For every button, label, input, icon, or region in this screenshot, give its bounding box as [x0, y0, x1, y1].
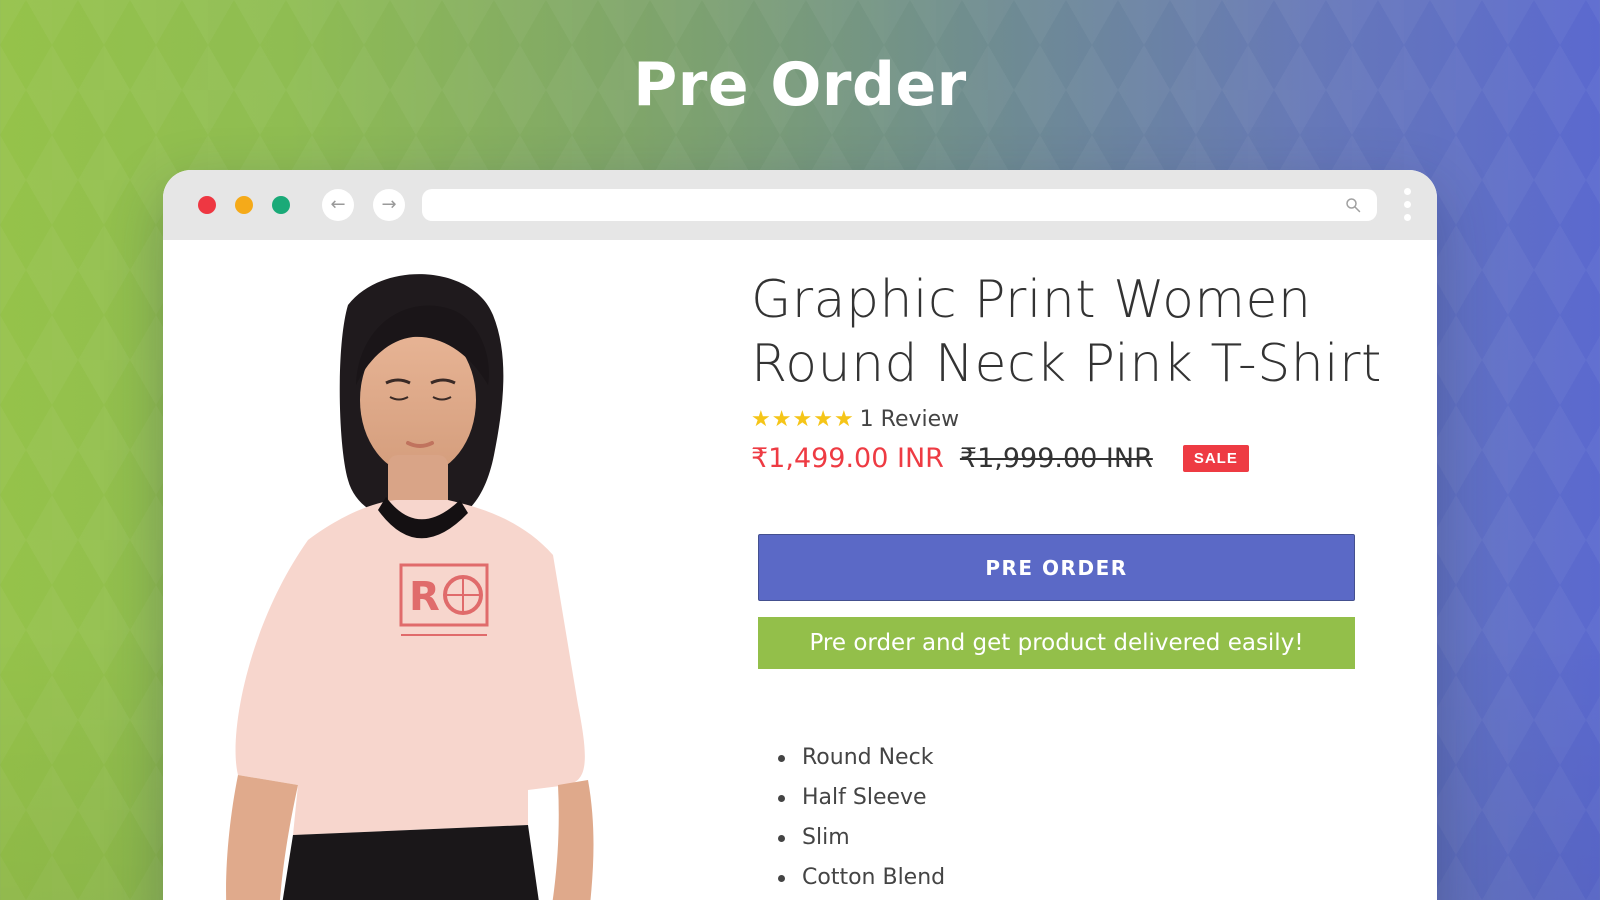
minimize-window-dot[interactable] — [235, 196, 253, 214]
feature-list: Round Neck Half Sleeve Slim Cotton Blend — [768, 738, 945, 898]
maximize-window-dot[interactable] — [272, 196, 290, 214]
back-button[interactable]: ← — [322, 189, 354, 221]
product-image[interactable]: R — [198, 265, 618, 900]
feature-item: Round Neck — [768, 738, 945, 778]
feature-item: Half Sleeve — [768, 778, 945, 818]
arrow-left-icon: ← — [330, 194, 346, 215]
star-icon: ★ — [833, 406, 854, 431]
price-row: ₹1,499.00 INR ₹1,999.00 INR SALE — [751, 440, 1249, 476]
regular-price: ₹1,999.00 INR — [959, 442, 1153, 474]
review-count[interactable]: 1 Review — [860, 407, 959, 432]
star-rating: ★ ★ ★ ★ ★ — [751, 408, 854, 430]
arrow-right-icon: → — [381, 194, 397, 215]
rating-row[interactable]: ★ ★ ★ ★ ★ 1 Review — [751, 404, 959, 434]
address-bar[interactable] — [422, 189, 1377, 221]
star-icon: ★ — [771, 406, 792, 431]
browser-toolbar: ← → — [163, 170, 1437, 240]
feature-item: Cotton Blend — [768, 858, 945, 898]
browser-window: ← → R Graphic Print Women Round Neck Pin… — [163, 170, 1437, 900]
star-icon: ★ — [751, 406, 771, 431]
forward-button[interactable]: → — [373, 189, 405, 221]
close-window-dot[interactable] — [198, 196, 216, 214]
star-icon: ★ — [813, 406, 833, 431]
pre-order-button[interactable]: PRE ORDER — [758, 534, 1355, 601]
pre-order-message: Pre order and get product delivered easi… — [758, 617, 1355, 669]
sale-price: ₹1,499.00 INR — [751, 442, 944, 474]
feature-item: Slim — [768, 818, 945, 858]
search-icon[interactable] — [1345, 197, 1361, 213]
hero-title: Pre Order — [633, 50, 967, 120]
sale-badge: SALE — [1182, 444, 1249, 472]
product-title: Graphic Print Women Round Neck Pink T-Sh… — [751, 270, 1382, 394]
svg-text:R: R — [409, 574, 440, 620]
star-icon: ★ — [792, 406, 813, 431]
more-vertical-icon[interactable] — [1401, 188, 1413, 224]
